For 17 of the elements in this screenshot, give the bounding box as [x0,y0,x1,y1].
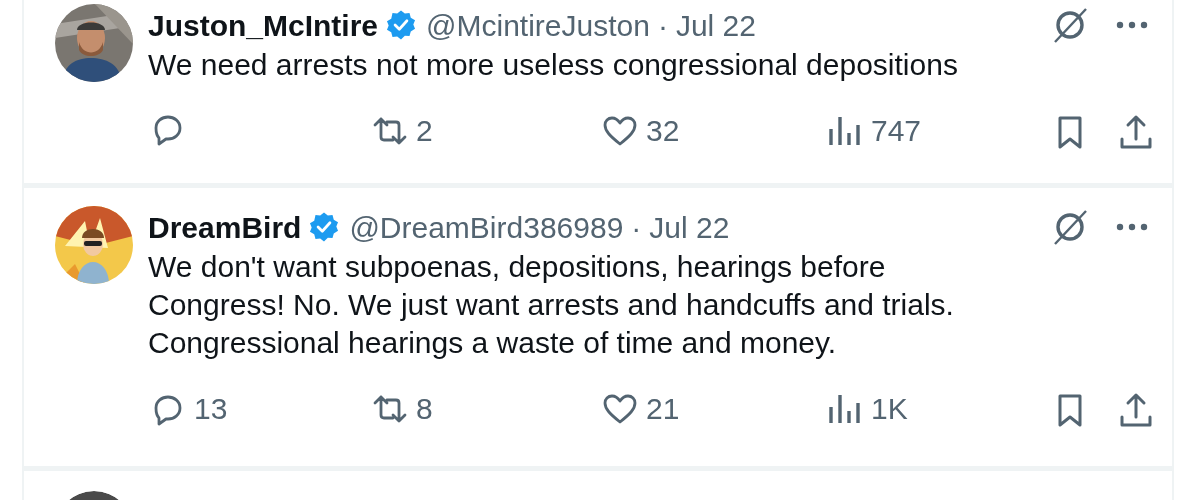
user-handle[interactable]: @McintireJuston [426,2,650,48]
separator: · [657,7,668,44]
post-text: We don't want subpoenas, depositions, hearings before Congress! No. We just want arrests and handcuffs and trials. Congressional hearings a waste of time and money. [148,249,955,361]
user-name[interactable]: Juston_McIntire [148,2,379,48]
user-handle[interactable]: @DreamBird386989 [349,204,624,250]
like-button[interactable]: 32 [600,108,680,153]
post-date[interactable]: Jul 22 [675,2,756,48]
reply-button[interactable]: 13 [148,386,228,431]
post-date[interactable]: Jul 22 [649,204,730,250]
repost-button[interactable]: 8 [370,386,433,431]
like-button[interactable]: 21 [600,386,680,431]
repost-button[interactable]: 2 [370,108,433,153]
separator: · [631,209,642,246]
views-button[interactable]: 1K [825,386,908,431]
user-name[interactable]: DreamBird [148,204,302,250]
post-text: We need arrests not more useless congressional depositions [148,47,959,83]
views-button[interactable]: 747 [825,108,922,153]
